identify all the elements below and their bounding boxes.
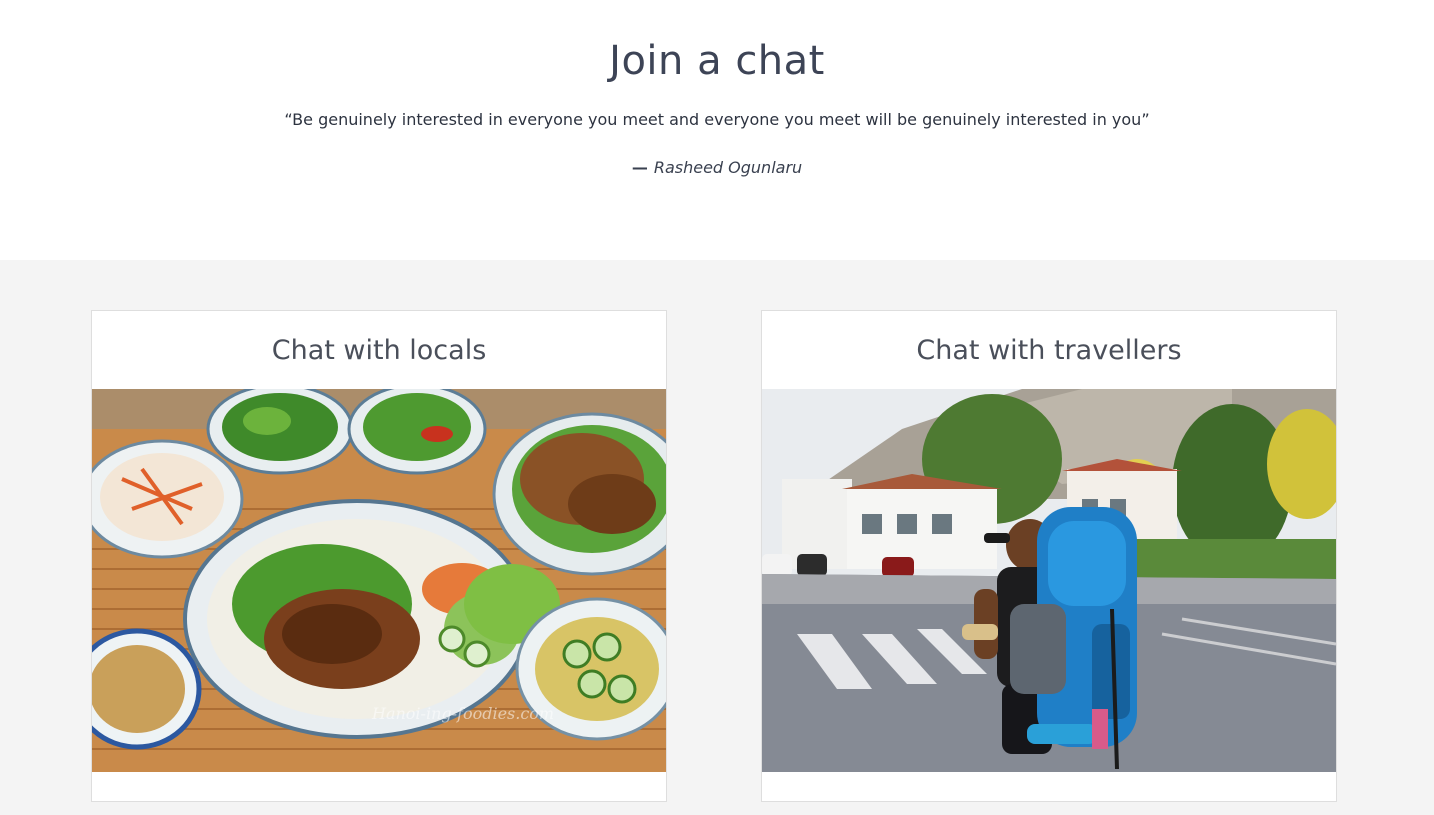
- author-name: Rasheed Ogunlaru: [653, 158, 803, 177]
- image-watermark: Hanoi-ing-foodies.com: [371, 704, 554, 723]
- travellers-backpacker-image[interactable]: [762, 389, 1336, 772]
- author-dash: —: [631, 158, 648, 177]
- hero-quote: “Be genuinely interested in everyone you…: [284, 110, 1150, 129]
- hero-section: Join a chat “Be genuinely interested in …: [0, 0, 1434, 260]
- locals-food-image[interactable]: Hanoi-ing-foodies.com: [92, 389, 666, 772]
- chat-with-travellers-card[interactable]: Chat with travellers: [761, 310, 1337, 802]
- page-title: Join a chat: [609, 38, 825, 84]
- card-title-locals: Chat with locals: [271, 335, 487, 366]
- quote-author: — Rasheed Ogunlaru: [0, 158, 1434, 177]
- chat-options-section: Chat with locals Hanoi-ing-foodies.com C…: [0, 260, 1434, 815]
- card-title-travellers: Chat with travellers: [916, 335, 1182, 366]
- chat-with-locals-card[interactable]: Chat with locals Hanoi-ing-foodies.com: [91, 310, 667, 802]
